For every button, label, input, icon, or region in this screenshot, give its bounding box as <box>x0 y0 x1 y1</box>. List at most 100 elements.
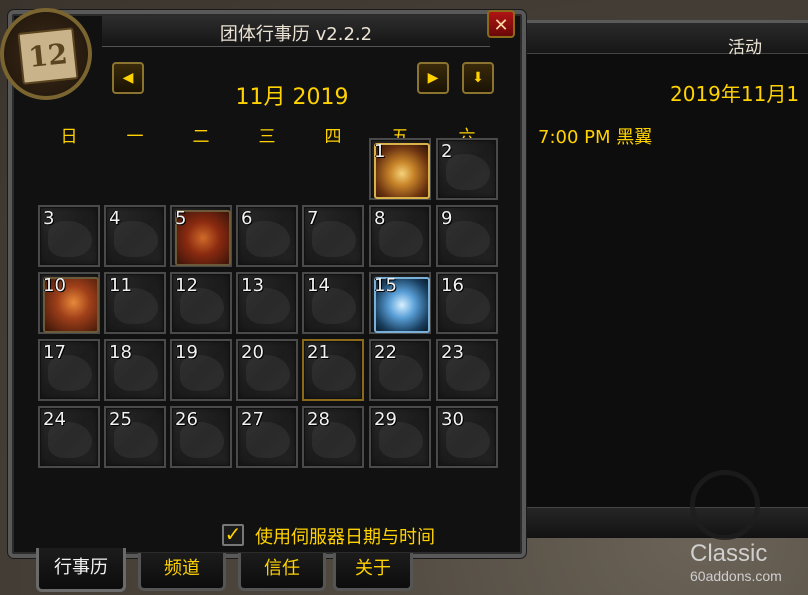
server-time-label[interactable]: 使用伺服器日期与时间 <box>255 523 435 549</box>
cell-pattern <box>446 154 490 190</box>
weekday-label: 三 <box>258 127 276 147</box>
day-cell[interactable]: 5 <box>170 205 232 267</box>
weekday-label: 四 <box>324 127 342 147</box>
day-cell[interactable]: 1 <box>369 138 431 200</box>
side-panel-title: 活动 <box>728 38 762 58</box>
day-cell[interactable]: 12 <box>170 272 232 334</box>
tab-calendar[interactable]: 行事历 <box>36 548 126 592</box>
day-number: 21 <box>307 342 330 363</box>
tab-channels[interactable]: 频道 <box>138 553 226 591</box>
calendar-portrait: 12 <box>0 8 92 100</box>
tab-about[interactable]: 关于 <box>333 553 413 591</box>
day-number: 14 <box>307 275 330 296</box>
goto-today-button[interactable]: ⬇ <box>462 62 494 94</box>
day-number: 17 <box>43 342 66 363</box>
cell-pattern <box>114 221 158 257</box>
day-cell[interactable]: 11 <box>104 272 166 334</box>
day-cell[interactable]: 22 <box>369 339 431 401</box>
day-number: 13 <box>241 275 264 296</box>
next-arrow-icon: ▶ <box>427 70 439 86</box>
day-cell[interactable]: 3 <box>38 205 100 267</box>
day-number: 26 <box>175 409 198 430</box>
day-number: 15 <box>374 275 397 296</box>
day-number: 1 <box>374 141 386 162</box>
watermark-brand: Classic <box>690 540 768 567</box>
day-number: 22 <box>374 342 397 363</box>
day-number: 10 <box>43 275 66 296</box>
day-cell[interactable]: 14 <box>302 272 364 334</box>
day-number: 18 <box>109 342 132 363</box>
day-cell[interactable]: 10 <box>38 272 100 334</box>
day-number: 11 <box>109 275 132 296</box>
day-cell[interactable]: 21 <box>302 339 364 401</box>
checkmark-icon: ✓ <box>224 522 242 546</box>
side-panel-event[interactable]: 7:00 PM 黑翼 <box>538 123 652 149</box>
cell-pattern <box>48 221 92 257</box>
month-label: 11月 2019 <box>235 85 349 110</box>
day-number: 6 <box>241 208 253 229</box>
tab-trust[interactable]: 信任 <box>238 553 326 591</box>
day-cell[interactable]: 29 <box>369 406 431 468</box>
day-cell[interactable]: 2 <box>436 138 498 200</box>
side-panel-header: 活动 <box>498 23 808 58</box>
weekday-label: 日 <box>60 127 78 147</box>
cell-pattern <box>446 221 490 257</box>
cell-pattern <box>246 221 290 257</box>
day-cell[interactable]: 7 <box>302 205 364 267</box>
day-number: 12 <box>175 275 198 296</box>
day-cell[interactable]: 28 <box>302 406 364 468</box>
day-number: 8 <box>374 208 386 229</box>
event-side-panel: 活动 2019年11月1 7:00 PM 黑翼 <box>495 20 808 538</box>
day-number: 23 <box>441 342 464 363</box>
day-cell[interactable]: 26 <box>170 406 232 468</box>
prev-arrow-icon: ◀ <box>122 70 134 86</box>
watermark-site: 60addons.com <box>690 568 782 584</box>
next-month-button[interactable]: ▶ <box>417 62 449 94</box>
day-cell[interactable]: 9 <box>436 205 498 267</box>
day-number: 25 <box>109 409 132 430</box>
day-cell[interactable]: 8 <box>369 205 431 267</box>
day-number: 7 <box>307 208 319 229</box>
day-number: 19 <box>175 342 198 363</box>
day-cell[interactable]: 19 <box>170 339 232 401</box>
cell-pattern <box>379 221 423 257</box>
day-number: 5 <box>175 208 187 229</box>
day-number: 3 <box>43 208 55 229</box>
day-number: 16 <box>441 275 464 296</box>
side-panel-date: 2019年11月1 <box>670 82 800 106</box>
day-number: 30 <box>441 409 464 430</box>
watermark-logo-icon <box>690 470 760 540</box>
day-cell[interactable]: 6 <box>236 205 298 267</box>
day-cell[interactable]: 13 <box>236 272 298 334</box>
day-cell[interactable]: 16 <box>436 272 498 334</box>
day-number: 4 <box>109 208 121 229</box>
day-number: 9 <box>441 208 453 229</box>
cell-pattern <box>312 221 356 257</box>
site-watermark: Classic 60addons.com <box>690 470 808 590</box>
day-cell[interactable]: 15 <box>369 272 431 334</box>
calendar-page-icon: 12 <box>17 27 79 85</box>
prev-month-button[interactable]: ◀ <box>112 62 144 94</box>
weekday-label: 一 <box>126 127 144 147</box>
day-number: 24 <box>43 409 66 430</box>
close-button[interactable]: ✕ <box>487 10 515 38</box>
day-cell[interactable]: 25 <box>104 406 166 468</box>
day-cell[interactable]: 20 <box>236 339 298 401</box>
day-cell[interactable]: 4 <box>104 205 166 267</box>
day-number: 27 <box>241 409 264 430</box>
day-number: 2 <box>441 141 453 162</box>
day-cell[interactable]: 17 <box>38 339 100 401</box>
title-bar[interactable]: 团体行事历 v2.2.2 <box>102 16 490 47</box>
down-arrow-icon: ⬇ <box>472 70 484 86</box>
window-title: 团体行事历 v2.2.2 <box>219 24 373 45</box>
day-cell[interactable]: 18 <box>104 339 166 401</box>
server-time-checkbox[interactable]: ✓ <box>222 524 244 546</box>
day-cell[interactable]: 27 <box>236 406 298 468</box>
day-cell[interactable]: 30 <box>436 406 498 468</box>
day-cell[interactable]: 23 <box>436 339 498 401</box>
calendar-window: 团体行事历 v2.2.2 ◀ 11月 2019 ▶ ⬇ 日一二三四五六 1234… <box>8 10 526 558</box>
day-cell[interactable]: 24 <box>38 406 100 468</box>
day-number: 28 <box>307 409 330 430</box>
day-number: 29 <box>374 409 397 430</box>
weekday-label: 二 <box>192 127 210 147</box>
